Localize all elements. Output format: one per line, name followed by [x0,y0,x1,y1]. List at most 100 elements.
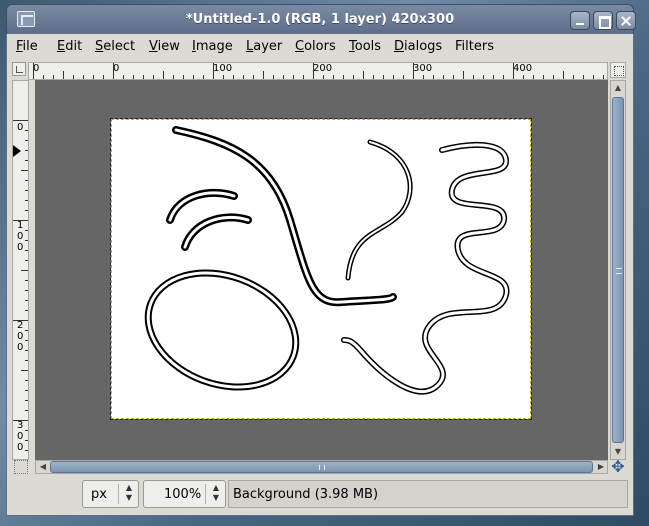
title-bar[interactable]: *Untitled-1.0 (RGB, 1 layer) 420x300 [6,4,636,34]
ruler-tick [293,75,294,79]
stroke-wavy-line [341,141,510,395]
close-icon[interactable] [616,11,636,30]
maximize-icon[interactable] [593,11,613,30]
minimize-icon[interactable] [570,11,590,30]
ruler-tick [25,340,28,341]
menu-bar: File Edit Select View Image Layer Colors… [7,34,633,59]
menu-filters[interactable]: Filters [455,39,494,54]
ruler-tick [163,71,164,79]
canvas-viewport[interactable] [35,80,608,460]
ruler-tick [25,140,28,141]
horizontal-scroll-thumb[interactable] [50,461,593,473]
ruler-tick [63,71,64,79]
ruler-tick [453,75,454,79]
combo-arrows-icon: ▲ ▼ [125,483,133,502]
ruler-tick [403,75,404,79]
vertical-scrollbar[interactable]: ▲ ▼ [610,80,626,460]
ruler-tick [473,75,474,79]
vertical-ruler[interactable]: 0 100 200 300 [12,80,29,460]
menu-edit[interactable]: Edit [57,39,82,54]
stroke-long-curve [172,126,397,307]
ruler-tick [563,71,564,79]
ruler-tick [303,75,304,79]
scroll-left-icon[interactable]: ◀ [36,460,50,474]
ruler-tick [25,300,28,301]
stroke-thin-s-curve [345,139,413,281]
quick-mask-toggle[interactable] [14,460,28,474]
ruler-tick [53,75,54,79]
drawing-strokes [144,126,510,395]
ruler-tick [603,75,604,79]
ruler-tick [25,160,28,161]
ruler-tick [93,75,94,79]
ruler-tick [25,400,28,401]
zoom-fit-button[interactable] [610,62,626,78]
ruler-tick [25,190,28,191]
hruler-label-400: 400 [513,63,533,74]
ruler-tick [203,75,204,79]
ruler-tick [573,75,574,79]
ruler-tick [243,75,244,79]
ruler-tick [13,120,28,121]
ruler-tick [25,410,28,411]
scroll-up-icon[interactable]: ▲ [611,81,625,95]
hruler-label-100: 100 [213,63,233,74]
ruler-tick [503,75,504,79]
menu-view[interactable]: View [149,39,180,54]
ruler-tick [25,290,28,291]
menu-select[interactable]: Select [95,39,135,54]
ruler-tick [583,75,584,79]
ruler-tick [153,75,154,79]
scroll-right-icon[interactable]: ▶ [594,460,608,474]
menu-dialogs[interactable]: Dialogs [394,39,442,54]
ruler-tick [113,63,114,79]
ruler-tick [363,71,364,79]
ruler-tick [25,210,28,211]
ruler-tick [25,360,28,361]
ruler-tick [233,75,234,79]
horizontal-ruler[interactable]: 0 0 100 200 300 400 [28,62,608,80]
ruler-tick [25,310,28,311]
stroke-ellipse [144,269,300,391]
ruler-tick [443,75,444,79]
menu-colors[interactable]: Colors [295,39,336,54]
menu-file[interactable]: File [16,39,38,54]
ruler-tick [253,75,254,79]
ruler-tick [553,75,554,79]
ruler-tick [21,370,28,371]
gimp-image-window: *Untitled-1.0 (RGB, 1 layer) 420x300 Fil… [0,0,649,526]
menu-image[interactable]: Image [192,39,233,54]
ruler-tick [21,170,28,171]
ruler-tick [523,75,524,79]
window-title: *Untitled-1.0 (RGB, 1 layer) 420x300 [185,12,455,27]
ruler-tick [25,450,28,451]
ruler-tick [353,75,354,79]
menu-layer[interactable]: Layer [246,39,282,54]
zoom-selector[interactable]: 100% ▲ ▼ [143,480,226,508]
vruler-pointer [13,145,21,157]
ruler-tick [333,75,334,79]
image-canvas[interactable] [110,118,532,420]
ruler-tick [133,75,134,79]
ruler-tick [73,75,74,79]
ruler-tick [25,250,28,251]
ruler-tick [43,75,44,79]
ruler-tick [25,390,28,391]
ruler-tick [83,75,84,79]
menu-tools[interactable]: Tools [349,39,381,54]
ruler-tick [173,75,174,79]
ruler-tick [25,180,28,181]
navigate-icon[interactable]: ✥ [610,459,626,475]
ruler-tick [323,75,324,79]
ruler-tick [25,130,28,131]
ruler-tick [373,75,374,79]
combo-arrows-icon: ▲ ▼ [212,483,220,502]
ruler-tick [383,75,384,79]
horizontal-scrollbar[interactable]: ◀ ▶ [35,460,608,474]
image-menu-button[interactable] [12,62,26,76]
vertical-scroll-thumb[interactable] [612,97,624,443]
ruler-tick [25,150,28,151]
ruler-tick [143,75,144,79]
ruler-tick [25,380,28,381]
unit-selector[interactable]: px ▲ ▼ [82,480,139,508]
